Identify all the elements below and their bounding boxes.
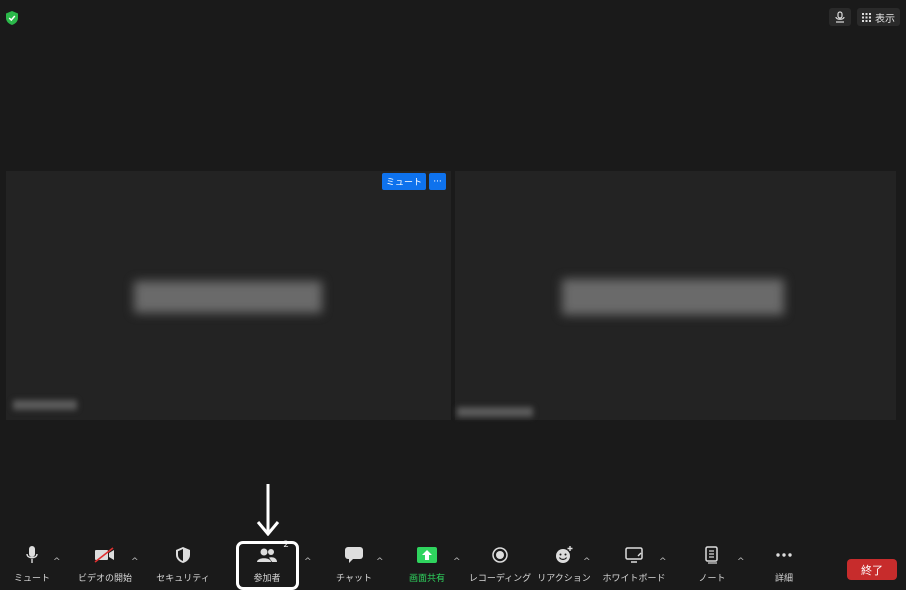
whiteboard-options-caret[interactable]: ^ [659,557,667,567]
chat-label: チャット [336,574,372,584]
chat-bubble-icon [345,547,363,563]
blurred-participant-name [562,279,784,315]
share-screen-button[interactable]: 画面共有 [404,540,450,590]
security-shield-icon[interactable] [6,11,18,25]
participant-more-button[interactable]: ··· [429,173,446,190]
reactions-button[interactable]: リアクション [537,540,591,590]
chat-options-caret[interactable]: ^ [376,557,384,567]
notes-icon [705,546,718,564]
participant-tile-left[interactable]: ミュート ··· [6,171,451,420]
meeting-toolbar: ミュート ^ ビデオの開始 ^ セキュリティ 2 参加者 ^ チャット ^ 画面… [0,540,906,590]
security-shield-icon [176,547,190,563]
more-dots-icon [776,553,792,557]
view-label: 表示 [875,13,895,25]
video-off-icon [94,547,114,563]
blurred-participant-name [134,281,322,313]
more-button[interactable]: 詳細 [768,540,800,590]
notes-button[interactable]: ノート [694,540,730,590]
participant-tile-right[interactable] [455,171,896,420]
reactions-label: リアクション [537,574,591,584]
share-options-caret[interactable]: ^ [453,557,461,567]
audio-signal-button[interactable] [829,8,851,26]
reactions-options-caret[interactable]: ^ [583,557,591,567]
notes-options-caret[interactable]: ^ [737,557,745,567]
whiteboard-label: ホワイトボード [602,574,666,584]
share-screen-label: 画面共有 [408,574,445,584]
down-arrow-annotation-icon [256,484,280,536]
notes-label: ノート [698,574,726,584]
start-video-button[interactable]: ビデオの開始 [74,540,136,590]
participants-options-caret[interactable]: ^ [304,557,312,567]
record-icon [492,547,508,563]
meeting-window: 表示 ミュート ··· ミュート ^ ビデオの開始 ^ セキュリティ 2 参加者… [0,0,906,590]
microphone-icon [26,546,38,563]
end-meeting-button[interactable]: 終了 [847,559,897,580]
whiteboard-button[interactable]: ホワイトボード [602,540,666,590]
tile-actions: ミュート ··· [381,173,446,190]
security-button[interactable]: セキュリティ [155,540,211,590]
video-options-caret[interactable]: ^ [131,557,139,567]
grid-icon [862,12,871,22]
participants-highlight-annotation [236,541,299,590]
top-right-controls: 表示 [829,8,900,26]
whiteboard-icon [625,547,643,563]
record-button[interactable]: レコーディング [468,540,532,590]
mic-signal-icon [835,11,845,23]
reaction-emoji-icon [556,546,573,563]
blurred-name-label [13,400,77,410]
mute-options-caret[interactable]: ^ [53,557,61,567]
security-label: セキュリティ [156,574,210,584]
view-button[interactable]: 表示 [857,8,900,26]
mute-button[interactable]: ミュート [12,540,52,590]
mute-label: ミュート [13,574,50,584]
mute-participant-button[interactable]: ミュート [381,173,426,190]
blurred-name-label [457,407,533,417]
start-video-label: ビデオの開始 [77,574,132,584]
record-label: レコーディング [468,574,532,584]
share-screen-icon [417,547,437,563]
chat-button[interactable]: チャット [334,540,374,590]
more-label: 詳細 [774,574,793,584]
